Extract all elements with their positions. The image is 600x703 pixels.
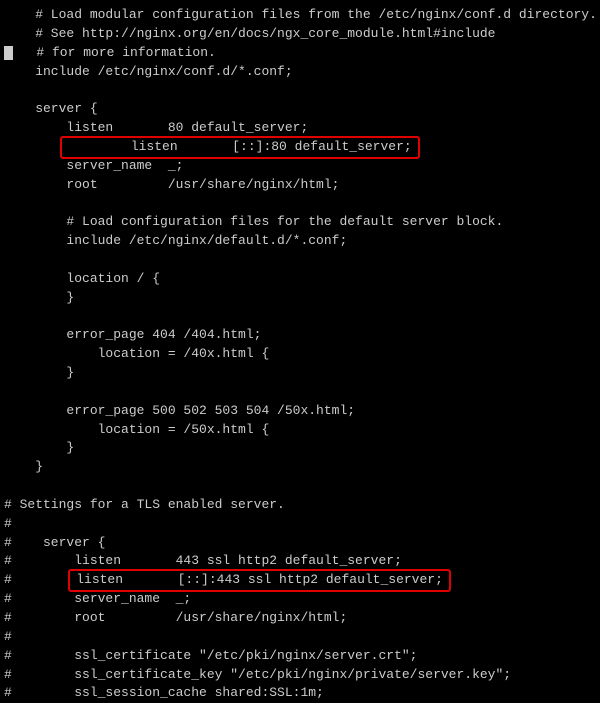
code-line: # listen 443 ssl http2 default_server; <box>4 553 402 568</box>
code-line: error_page 404 /404.html; <box>4 327 261 342</box>
highlight-box-listen-80: listen [::]:80 default_server; <box>60 136 419 159</box>
code-line: # root /usr/share/nginx/html; <box>4 610 347 625</box>
code-line: # ssl_certificate_key "/etc/pki/nginx/pr… <box>4 667 511 682</box>
code-line: include /etc/nginx/default.d/*.conf; <box>4 233 347 248</box>
code-line: listen [::]:80 default_server; <box>68 139 411 154</box>
code-line: # <box>4 629 12 644</box>
code-line: listen 80 default_server; <box>4 120 308 135</box>
editor-content: # Load modular configuration files from … <box>0 0 600 703</box>
code-line: } <box>4 290 74 305</box>
code-line: # <box>4 516 12 531</box>
code-line: # Load modular configuration files from … <box>4 7 597 22</box>
code-line: # for more information. <box>36 45 215 60</box>
code-line: # Load configuration files for the defau… <box>4 214 503 229</box>
code-line: # server { <box>4 535 105 550</box>
code-line: } <box>4 440 74 455</box>
code-line: # <box>4 572 74 587</box>
code-line: error_page 500 502 503 504 /50x.html; <box>4 403 355 418</box>
code-line: server { <box>4 101 98 116</box>
code-line: } <box>4 365 74 380</box>
code-line: # ssl_certificate "/etc/pki/nginx/server… <box>4 648 417 663</box>
code-line: server_name _; <box>4 158 183 173</box>
text-cursor <box>4 46 13 60</box>
code-line: location / { <box>4 271 160 286</box>
code-line: } <box>4 459 43 474</box>
code-line: root /usr/share/nginx/html; <box>4 177 339 192</box>
code-line: # Settings for a TLS enabled server. <box>4 497 285 512</box>
code-line: # See http://nginx.org/en/docs/ngx_core_… <box>4 26 495 41</box>
code-line: location = /40x.html { <box>4 346 269 361</box>
code-line: include /etc/nginx/conf.d/*.conf; <box>4 64 293 79</box>
code-line: # server_name _; <box>4 591 191 606</box>
highlight-box-listen-443: listen [::]:443 ssl http2 default_server… <box>68 569 451 592</box>
code-line: # ssl_session_cache shared:SSL:1m; <box>4 685 324 700</box>
code-line: location = /50x.html { <box>4 422 269 437</box>
code-line: listen [::]:443 ssl http2 default_server… <box>76 572 443 587</box>
